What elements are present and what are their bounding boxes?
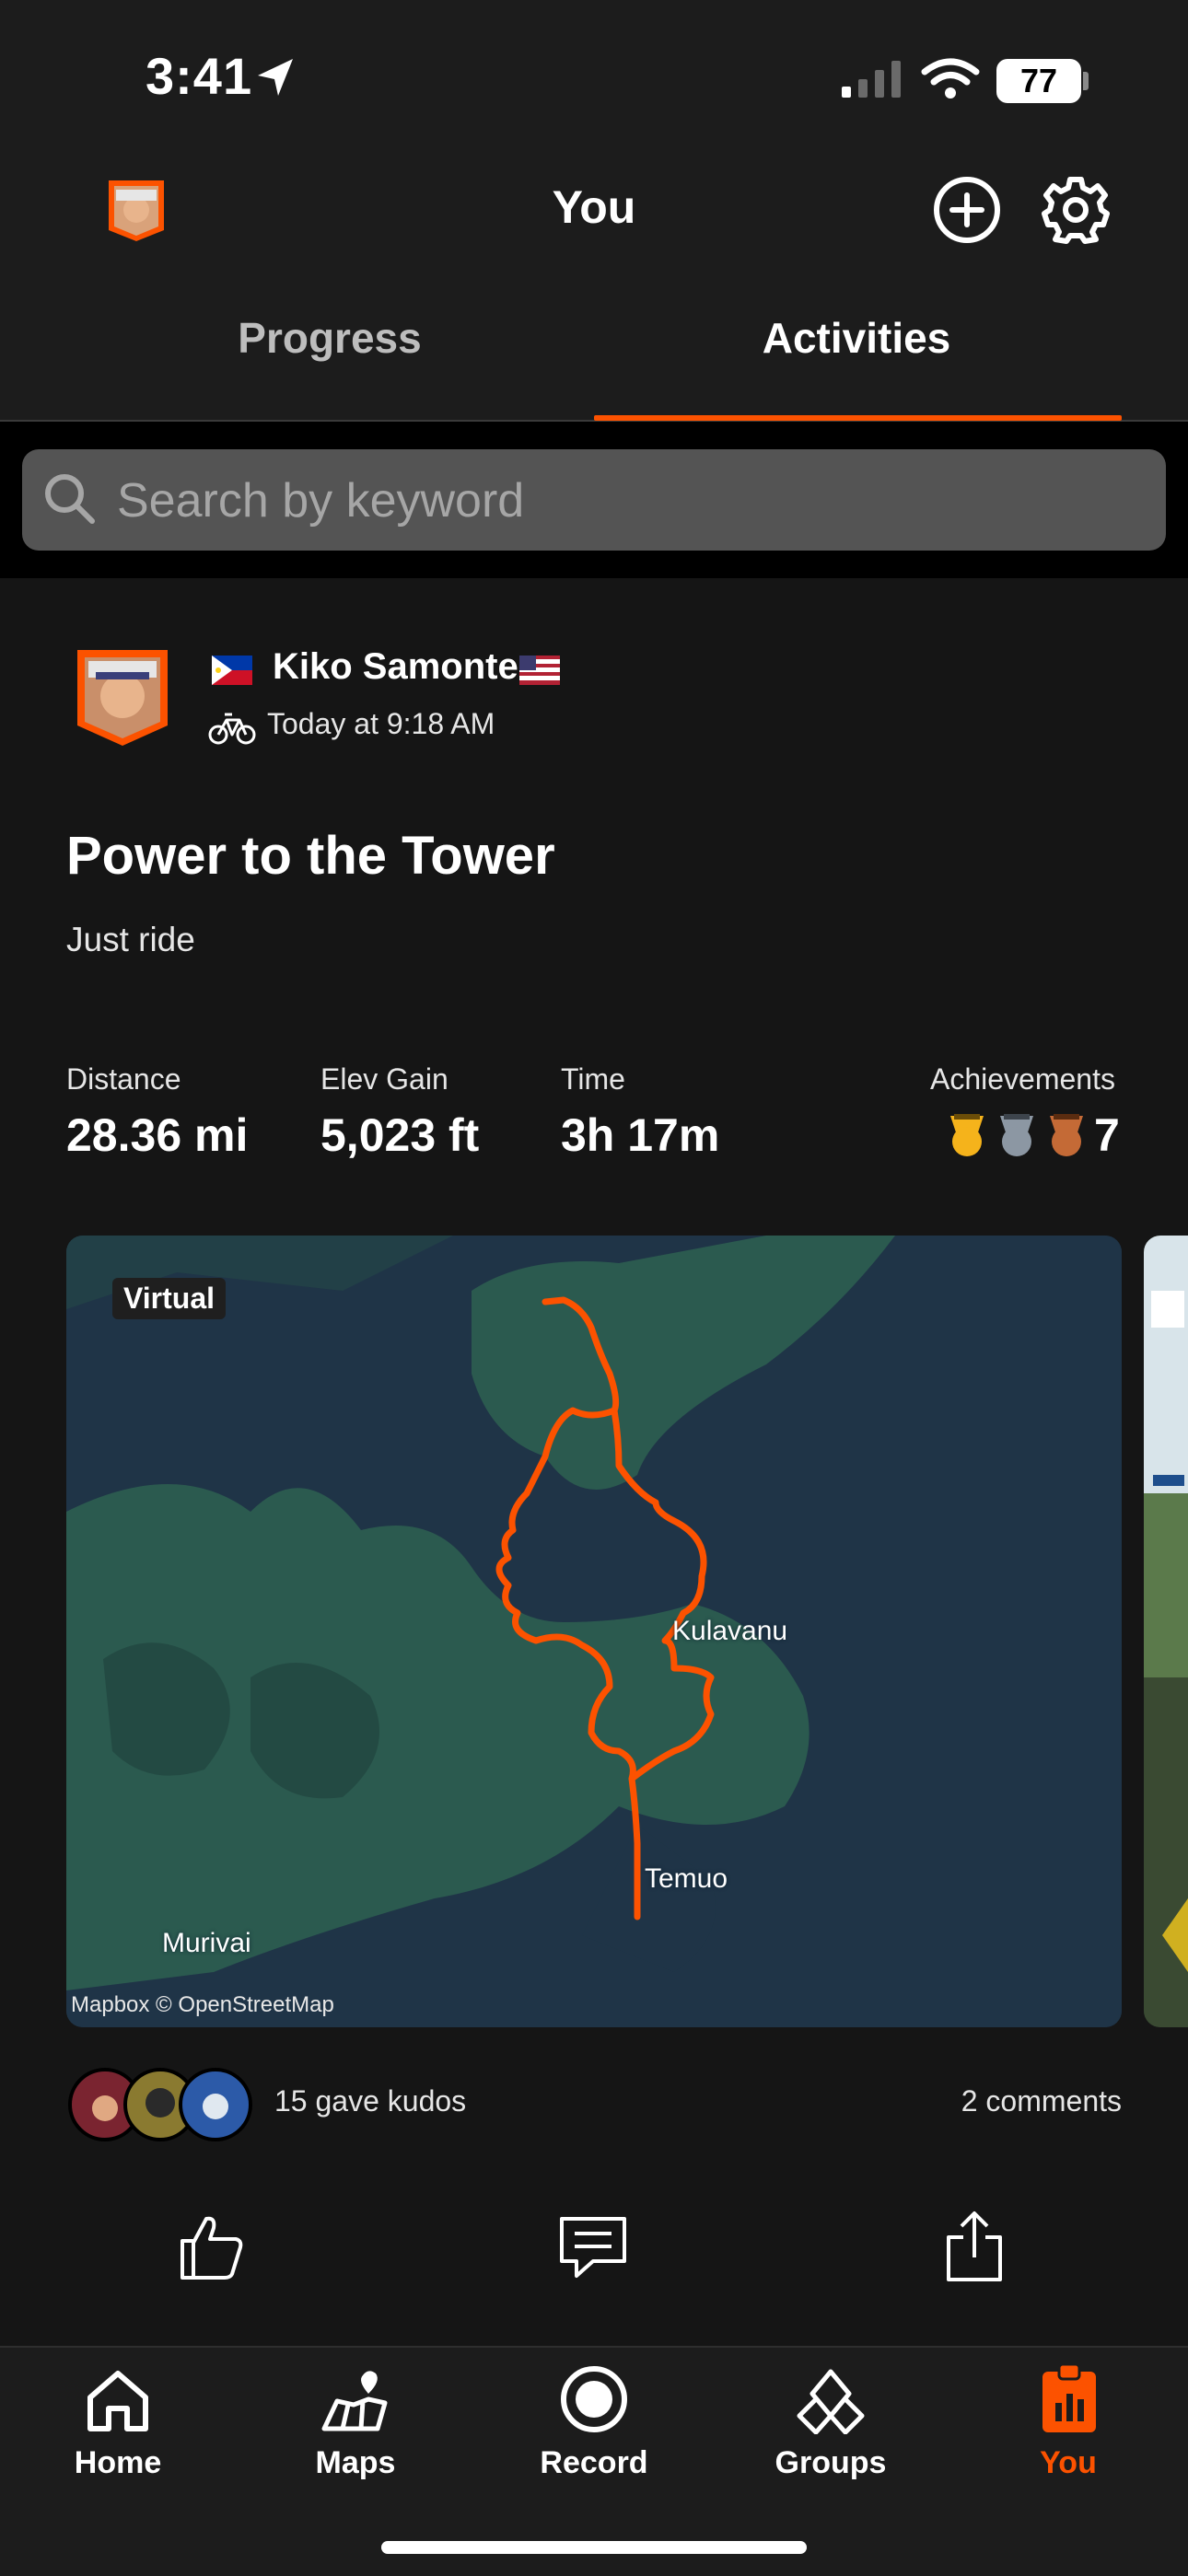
map-place-label: Kulavanu xyxy=(672,1616,788,1646)
tab-progress[interactable]: Progress xyxy=(67,313,592,363)
bike-icon xyxy=(208,713,256,745)
kudos-avatars[interactable] xyxy=(66,2066,256,2143)
nav-home[interactable]: Home xyxy=(26,2357,210,2486)
status-time: 3:41 xyxy=(146,47,253,105)
distance-label: Distance xyxy=(66,1062,181,1096)
groups-icon xyxy=(797,2369,865,2434)
bronze-trophy-icon xyxy=(1050,1114,1083,1156)
time-value: 3h 17m xyxy=(561,1109,720,1161)
tab-activities[interactable]: Activities xyxy=(594,313,1119,363)
nav-record-label: Record xyxy=(540,2445,648,2480)
share-icon[interactable] xyxy=(938,2210,1011,2283)
next-media-preview[interactable] xyxy=(1144,1236,1188,2027)
nav-maps-label: Maps xyxy=(315,2445,396,2480)
virtual-badge: Virtual xyxy=(112,1278,226,1319)
battery-indicator: 77 xyxy=(996,59,1081,103)
athlete-name[interactable]: Kiko Samonte xyxy=(273,646,518,688)
time-label: Time xyxy=(561,1062,625,1096)
settings-gear-icon[interactable] xyxy=(1041,175,1111,245)
distance-value: 28.36 mi xyxy=(66,1109,249,1161)
map-place-label: Murivai xyxy=(162,1928,251,1958)
record-icon xyxy=(561,2366,627,2432)
achievements-count: 7 xyxy=(1094,1109,1120,1161)
activity-description: Just ride xyxy=(66,921,195,958)
search-input[interactable] xyxy=(115,463,1132,539)
maps-icon xyxy=(321,2371,388,2431)
activity-title[interactable]: Power to the Tower xyxy=(66,825,555,887)
usa-flag-icon xyxy=(519,656,560,685)
map-attribution[interactable]: Mapbox © OpenStreetMap xyxy=(71,1992,334,2018)
nav-record[interactable]: Record xyxy=(502,2357,686,2486)
activity-time: Today at 9:18 AM xyxy=(267,707,495,740)
location-arrow-icon xyxy=(258,59,293,96)
nav-groups-label: Groups xyxy=(775,2445,887,2480)
nav-home-label: Home xyxy=(74,2445,162,2480)
home-indicator xyxy=(381,2541,807,2554)
nav-you-label: You xyxy=(1040,2445,1097,2480)
you-profile-icon xyxy=(1042,2364,1096,2432)
nav-you[interactable]: You xyxy=(976,2357,1160,2486)
gold-trophy-icon xyxy=(950,1114,984,1156)
achievements-label: Achievements xyxy=(930,1062,1115,1096)
silver-trophy-icon xyxy=(1000,1114,1033,1156)
map-place-label: Temuo xyxy=(645,1863,728,1894)
kudos-thumbs-up-icon[interactable] xyxy=(175,2210,249,2283)
nav-groups[interactable]: Groups xyxy=(739,2357,923,2486)
map-terrain xyxy=(66,1236,1122,2027)
elev-gain-label: Elev Gain xyxy=(320,1062,448,1096)
home-icon xyxy=(87,2371,148,2431)
battery-cap xyxy=(1083,72,1089,90)
comment-icon[interactable] xyxy=(556,2210,630,2283)
search-icon xyxy=(45,474,95,524)
philippines-flag-icon xyxy=(212,656,252,685)
trophy-medals-icon xyxy=(950,1114,1083,1156)
activity-map[interactable] xyxy=(66,1236,1122,2027)
cellular-signal-icon xyxy=(842,61,901,98)
wifi-icon xyxy=(921,58,980,99)
elev-gain-value: 5,023 ft xyxy=(320,1109,480,1161)
kudos-count[interactable]: 15 gave kudos xyxy=(274,2084,466,2118)
add-icon[interactable] xyxy=(932,175,1002,245)
nav-maps[interactable]: Maps xyxy=(263,2357,448,2486)
comments-count[interactable]: 2 comments xyxy=(961,2084,1122,2118)
active-tab-indicator xyxy=(594,415,1122,421)
page-title: You xyxy=(552,181,636,233)
athlete-avatar[interactable] xyxy=(72,644,173,751)
